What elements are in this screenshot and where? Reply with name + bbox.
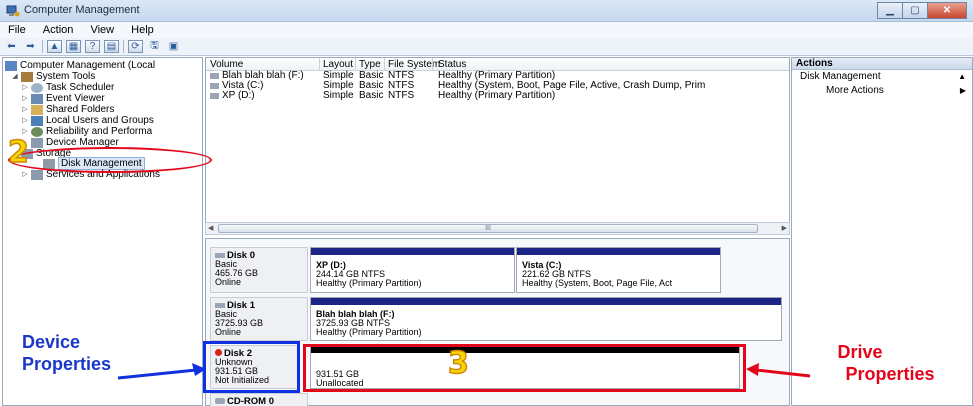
tree-item-event-viewer[interactable]: ▷ Event Viewer <box>21 93 104 104</box>
shared-folder-icon <box>31 104 43 115</box>
column-header-volume[interactable]: Volume <box>210 59 243 70</box>
more-actions-item[interactable]: More Actions ▶ <box>792 84 972 98</box>
volume-list: Volume Layout Type File System Status Bl… <box>205 57 790 235</box>
expand-arrow-icon[interactable]: ▷ <box>21 93 29 104</box>
properties-icon[interactable]: ▤ <box>104 40 119 53</box>
drive-icon <box>210 83 219 89</box>
partition-blah[interactable]: Blah blah blah (F:) 3725.93 GB NTFS Health… <box>310 297 782 341</box>
tree-item-system-tools[interactable]: ◢ System Tools <box>11 71 95 82</box>
close-button[interactable]: ✕ <box>927 2 967 19</box>
tools-icon <box>21 71 33 82</box>
maximize-button[interactable]: ▢ <box>902 2 928 19</box>
disk-icon <box>215 303 225 308</box>
blue-arrow-icon <box>118 363 206 380</box>
refresh-icon[interactable]: ⟳ <box>128 40 143 53</box>
scrollbar-thumb[interactable]: III <box>218 224 758 233</box>
minimize-button[interactable]: ▁ <box>877 2 903 19</box>
cdrom-icon <box>215 398 225 404</box>
tree-item-local-users[interactable]: ▷ Local Users and Groups <box>21 115 154 126</box>
rescan-icon[interactable]: ▣ <box>166 40 181 53</box>
drive-properties-label: Drive Properties <box>837 342 935 384</box>
forward-arrow-icon[interactable]: ➡ <box>23 40 38 53</box>
tree-item-task-scheduler[interactable]: ▷ Task Scheduler <box>21 82 114 93</box>
collapse-up-icon[interactable]: ▲ <box>958 70 966 84</box>
performance-icon <box>31 126 43 137</box>
horizontal-scrollbar[interactable]: ◀ III ▶ <box>205 222 790 235</box>
window-title: Computer Management <box>24 4 140 16</box>
scroll-left-icon[interactable]: ◀ <box>208 223 213 234</box>
computer-management-icon <box>6 5 20 17</box>
event-log-icon <box>31 93 43 104</box>
users-icon <box>31 115 43 126</box>
disk-0-info[interactable]: Disk 0 Basic 465.76 GB Online <box>210 247 308 293</box>
up-folder-icon[interactable]: ▲ <box>47 40 62 53</box>
device-properties-label: Device Properties <box>22 332 112 374</box>
toolbar-separator <box>42 40 43 53</box>
tree-item-root[interactable]: Computer Management (Local <box>5 60 155 71</box>
scroll-right-icon[interactable]: ▶ <box>782 223 787 234</box>
toolbar: ⬅ ➡ ▲ ▦ ? ▤ ⟳ 🖫 ▣ <box>0 38 973 56</box>
cdrom-0-info[interactable]: CD-ROM 0 <box>210 393 308 406</box>
annotation-box-drive <box>303 344 746 392</box>
show-hide-tree-icon[interactable]: ▦ <box>66 40 81 53</box>
column-header-status[interactable]: Status <box>438 59 466 70</box>
table-row[interactable]: XP (D:) Simple Basic NTFS Healthy (Prima… <box>206 91 789 101</box>
column-header-type[interactable]: Type <box>359 59 381 70</box>
drive-icon <box>210 73 219 79</box>
clock-icon <box>31 82 43 93</box>
disk-icon <box>215 253 225 258</box>
back-arrow-icon[interactable]: ⬅ <box>4 40 19 53</box>
computer-icon <box>5 60 17 71</box>
actions-header: Actions <box>792 58 972 70</box>
submenu-arrow-icon: ▶ <box>959 86 966 95</box>
annotation-step-3: 3 <box>447 346 469 381</box>
partition-xp[interactable]: XP (D:) 244.14 GB NTFS Healthy (Primary Pa… <box>310 247 515 293</box>
menu-view[interactable]: View <box>90 22 114 38</box>
disk-1-info[interactable]: Disk 1 Basic 3725.93 GB Online <box>210 297 308 341</box>
toolbar-separator <box>123 40 124 53</box>
column-header-layout[interactable]: Layout <box>323 59 353 70</box>
expand-arrow-icon[interactable]: ▷ <box>21 82 29 93</box>
check-disk-icon[interactable]: 🖫 <box>147 40 162 53</box>
menu-file[interactable]: File <box>8 22 26 38</box>
expand-arrow-icon[interactable]: ▷ <box>21 115 29 126</box>
annotation-oval-disk-management <box>8 147 212 173</box>
menu-help[interactable]: Help <box>131 22 154 38</box>
drive-icon <box>210 93 219 99</box>
collapse-arrow-icon[interactable]: ◢ <box>11 71 19 82</box>
tree-item-shared-folders[interactable]: ▷ Shared Folders <box>21 104 114 115</box>
annotation-box-device <box>203 341 300 393</box>
menu-bar: File Action View Help <box>0 22 973 38</box>
expand-arrow-icon[interactable]: ▷ <box>21 169 29 180</box>
menu-action[interactable]: Action <box>43 22 74 38</box>
red-arrow-icon <box>746 363 811 378</box>
annotation-step-2: 2 <box>7 135 29 170</box>
device-manager-icon <box>31 137 43 148</box>
expand-arrow-icon[interactable]: ▷ <box>21 104 29 115</box>
partition-vista[interactable]: Vista (C:) 221.62 GB NTFS Healthy (System,… <box>516 247 721 293</box>
title-bar: Computer Management ▁ ▢ ✕ <box>0 0 973 22</box>
help-icon[interactable]: ? <box>85 40 100 53</box>
actions-disk-management[interactable]: Disk Management ▲ <box>792 70 972 84</box>
services-icon <box>31 169 43 180</box>
tree-item-reliability[interactable]: ▷ Reliability and Performa <box>21 126 152 137</box>
